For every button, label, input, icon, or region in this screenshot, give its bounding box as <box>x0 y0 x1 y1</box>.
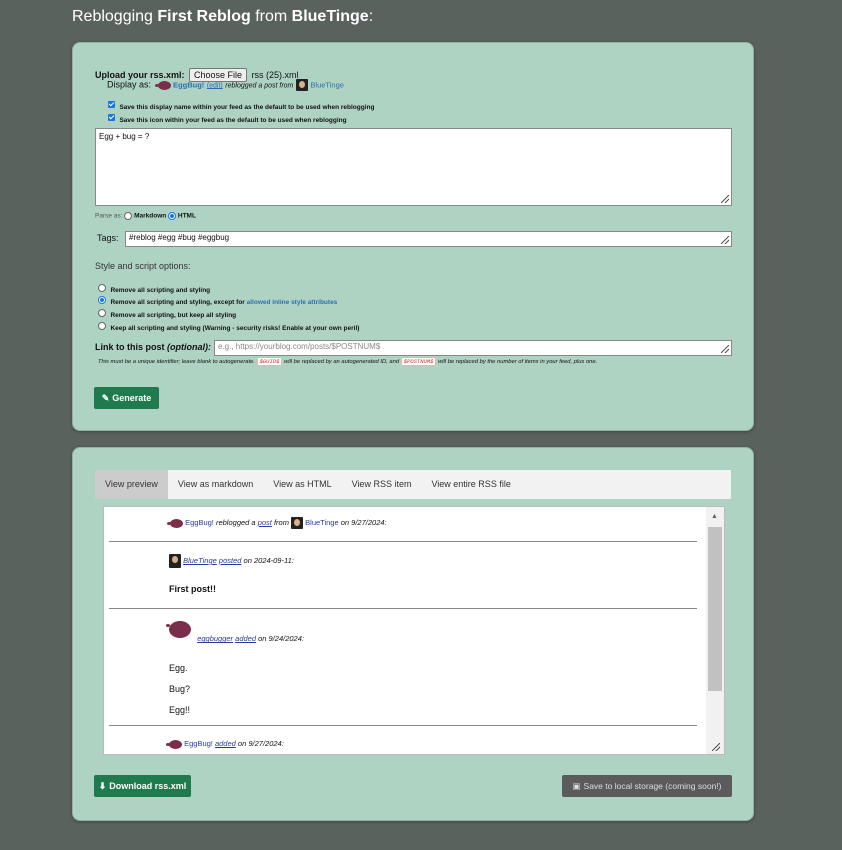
post-body-text: Egg + bug = ? <box>99 132 150 141</box>
save-name-checkbox[interactable] <box>108 101 115 109</box>
style-options-heading: Style and script options: <box>95 261 191 271</box>
eggbug-avatar[interactable] <box>154 80 171 90</box>
save-icon-checkbox[interactable] <box>108 114 115 122</box>
post-link[interactable]: post <box>258 518 272 527</box>
resize-handle[interactable] <box>721 195 729 203</box>
link-input[interactable]: e.g., https://yourblog.com/posts/$POSTNU… <box>214 340 732 356</box>
parse-markdown-radio[interactable] <box>124 212 133 220</box>
tags-value: #reblog #egg #bug #eggbug <box>129 233 230 242</box>
tab-bar: View preview View as markdown View as HT… <box>95 470 731 499</box>
link-placeholder: e.g., https://yourblog.com/posts/$POSTNU… <box>218 342 381 351</box>
divider <box>109 608 697 609</box>
preview-panel: View preview View as markdown View as HT… <box>72 447 754 821</box>
bluetinge-avatar <box>169 554 181 568</box>
download-button[interactable]: ⬇ Download rss.xml <box>94 775 191 797</box>
tab-view-rss-file[interactable]: View entire RSS file <box>421 470 520 499</box>
save-local-button: ▣ Save to local storage (coming soon!) <box>562 775 732 797</box>
scroll-up-icon[interactable]: ▲ <box>711 513 718 520</box>
save-icon-label: Save this icon within your feed as the d… <box>119 117 347 124</box>
entry-line: Egg!! <box>169 705 191 715</box>
preview-pane[interactable]: EggBug! reblogged a post from BlueTinge … <box>103 506 725 755</box>
style-option-radio[interactable] <box>98 308 106 317</box>
style-option-radio[interactable] <box>98 321 106 330</box>
resize-handle[interactable] <box>712 743 720 751</box>
style-option-row: Keep all scripting and styling (Warning … <box>98 317 359 335</box>
floppy-icon: ▣ <box>572 780 581 791</box>
eggbug-avatar <box>166 739 182 749</box>
user-link[interactable]: BlueTinge <box>183 556 217 565</box>
eggbug-avatar <box>167 518 183 528</box>
reblog-header: EggBug! reblogged a post from BlueTinge … <box>167 517 387 529</box>
style-option-label: Keep all scripting and styling (Warning … <box>110 325 360 332</box>
scroll-thumb[interactable] <box>708 527 722 691</box>
parse-markdown-label: Markdown <box>134 212 167 220</box>
added-link[interactable]: added <box>235 634 256 643</box>
checkbox-row: Save this icon within your feed as the d… <box>108 109 347 127</box>
generate-button[interactable]: ✎ Generate <box>94 387 159 409</box>
style-option-radio[interactable] <box>98 295 106 304</box>
display-as-row: Display as: EggBug! (edit) reblogged a p… <box>107 79 344 91</box>
entry-body: First post!! <box>169 584 216 594</box>
edit-link[interactable]: (edit) <box>207 82 223 89</box>
link-label: Link to this post (optional): <box>95 342 212 352</box>
tab-view-preview[interactable]: View preview <box>95 470 168 499</box>
display-action: reblogged a post from <box>225 82 294 90</box>
divider <box>109 541 697 542</box>
added-link[interactable]: added <box>215 739 236 748</box>
page-title: Reblogging First Reblog from BlueTinge: <box>72 8 374 25</box>
posted-link[interactable]: posted <box>219 556 242 565</box>
user-link[interactable]: eggbugger <box>197 634 233 643</box>
tags-label: Tags: <box>97 233 119 243</box>
divider <box>109 725 697 726</box>
entry-header: eggbugger added on 9/24/2024: <box>166 621 304 643</box>
download-icon: ⬇ <box>98 780 107 791</box>
scrollbar[interactable]: ▲ <box>706 507 724 754</box>
tags-input[interactable]: #reblog #egg #bug #eggbug <box>125 231 732 247</box>
parse-html-label: HTML <box>177 212 196 220</box>
tab-view-html[interactable]: View as HTML <box>263 470 341 499</box>
parse-as-row: Parse as: Markdown HTML <box>95 212 196 220</box>
compose-panel: Upload your rss.xml: Choose File rss (25… <box>72 42 754 431</box>
entry-header: EggBug! added on 9/27/2024: <box>166 739 284 749</box>
link-help-text: This must be a unique identifier; leave … <box>98 357 598 366</box>
post-body-textarea[interactable]: Egg + bug = ? <box>95 128 732 206</box>
parse-html-radio[interactable] <box>168 212 177 220</box>
bluetinge-avatar <box>291 517 304 529</box>
entry-line: Bug? <box>169 684 191 694</box>
tab-view-rss-item[interactable]: View RSS item <box>342 470 422 499</box>
edit-icon: ✎ <box>101 392 110 403</box>
tab-view-markdown[interactable]: View as markdown <box>168 470 263 499</box>
entry-header: BlueTinge posted on 2024-09-11: <box>169 554 294 568</box>
entry-line: Egg. <box>169 663 188 673</box>
allowed-attributes-link[interactable]: allowed inline style attributes <box>247 299 338 306</box>
resize-handle[interactable] <box>721 345 729 353</box>
display-name[interactable]: EggBug! <box>173 80 204 89</box>
bluetinge-avatar <box>295 79 308 91</box>
parse-as-label: Parse as: <box>95 212 123 220</box>
display-as-label: Display as: <box>107 79 152 90</box>
resize-handle[interactable] <box>721 236 729 244</box>
display-from: BlueTinge <box>310 80 344 90</box>
eggbug-avatar <box>166 621 191 638</box>
